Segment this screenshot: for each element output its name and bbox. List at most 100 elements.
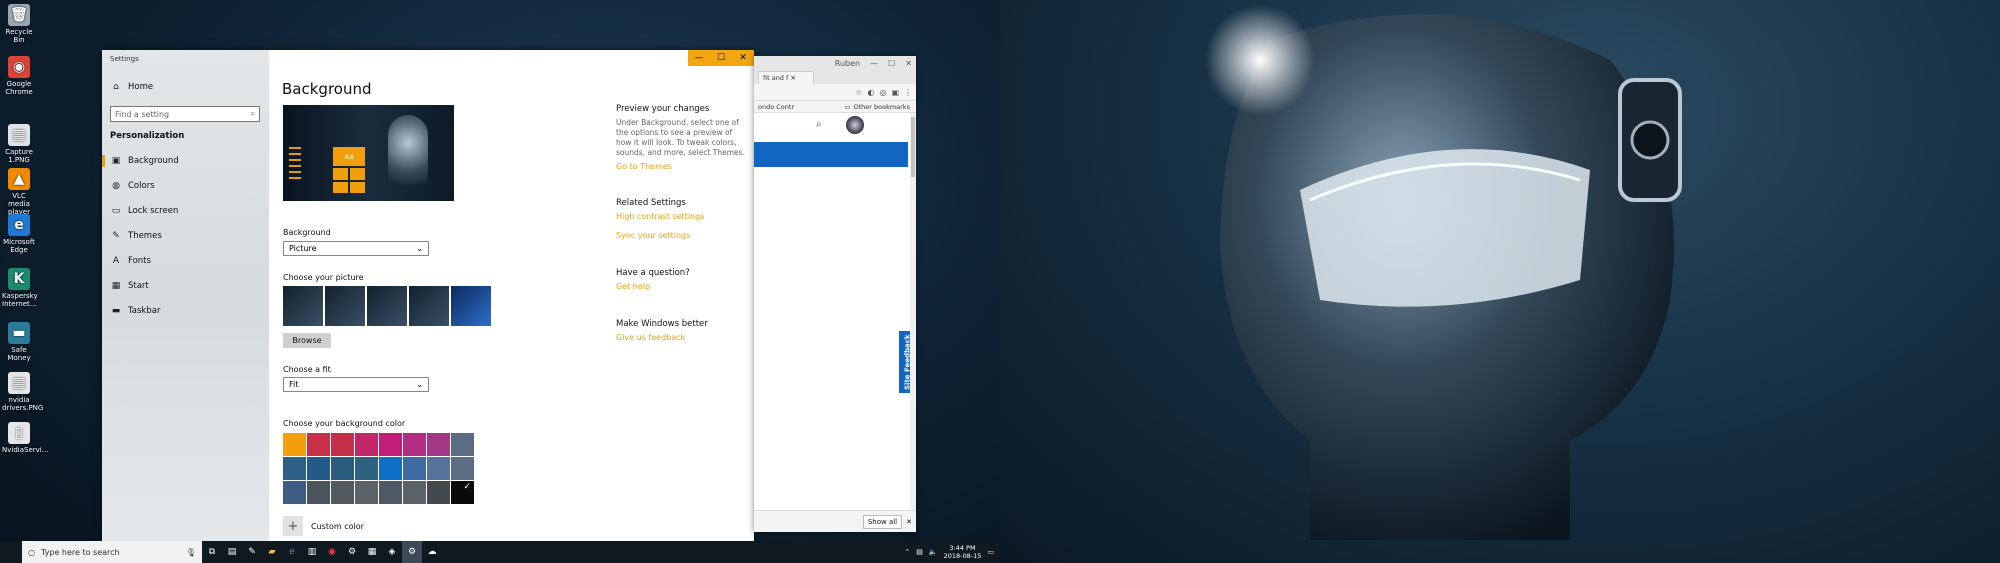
desktop-icon[interactable]: 🗑 Recycle Bin bbox=[2, 4, 36, 44]
pinned-app-icon[interactable]: ⚙ bbox=[342, 541, 362, 563]
show-all-button[interactable]: Show all bbox=[862, 514, 903, 529]
browse-button[interactable]: Browse bbox=[283, 333, 331, 348]
notifications-icon[interactable]: ▭ bbox=[987, 548, 994, 556]
nav-item-taskbar[interactable]: ▬ Taskbar bbox=[110, 304, 260, 318]
color-swatch[interactable] bbox=[283, 433, 306, 456]
go-to-themes-link[interactable]: Go to Themes bbox=[616, 162, 746, 171]
desktop-icon[interactable]: ▯ NvidiaServi... bbox=[2, 422, 48, 454]
pinned-app-icon[interactable]: ▦ bbox=[362, 541, 382, 563]
avatar[interactable] bbox=[846, 116, 864, 134]
desktop-icon[interactable]: K Kaspersky Internet... bbox=[2, 268, 38, 308]
color-swatch[interactable] bbox=[403, 457, 426, 480]
chevron-up-icon[interactable]: ⌃ bbox=[904, 548, 910, 556]
color-swatch[interactable] bbox=[427, 457, 450, 480]
desktop-icon[interactable]: e Microsoft Edge bbox=[2, 214, 36, 254]
maximize-button[interactable]: ☐ bbox=[888, 59, 895, 68]
desktop-icon[interactable]: ▦ nvidia drivers.PNG bbox=[2, 372, 44, 412]
color-swatch[interactable] bbox=[379, 481, 402, 504]
color-swatch[interactable] bbox=[355, 481, 378, 504]
task-view-icon[interactable]: ⧉ bbox=[202, 541, 222, 563]
volume-icon[interactable]: 🔈 bbox=[929, 548, 938, 556]
picture-thumbnail[interactable] bbox=[367, 286, 407, 326]
pinned-app-icon[interactable]: ☁ bbox=[422, 541, 442, 563]
settings-icon[interactable]: ⚙ bbox=[402, 541, 422, 563]
desktop-app-icon: ◉ bbox=[8, 56, 30, 78]
fit-dropdown[interactable]: Fit ⌄ bbox=[283, 377, 429, 392]
taskbar-search-box[interactable]: ○ Type here to search 🎙 bbox=[22, 541, 202, 563]
color-swatch[interactable] bbox=[451, 433, 474, 456]
bookmark-item[interactable]: ondo Contr bbox=[754, 103, 794, 111]
color-swatch[interactable] bbox=[307, 433, 330, 456]
chrome-tab[interactable]: fit and f ✕ bbox=[758, 71, 814, 84]
other-bookmarks[interactable]: Other bookmarks bbox=[853, 103, 910, 111]
windows-better-section: Make Windows better Give us feedback bbox=[616, 319, 746, 342]
desktop-icon[interactable]: ▲ VLC media player bbox=[2, 168, 36, 216]
chrome-icon[interactable]: ◉ bbox=[322, 541, 342, 563]
pinned-app-icon[interactable]: ▤ bbox=[222, 541, 242, 563]
color-swatch[interactable] bbox=[307, 457, 330, 480]
search-icon: ⌕ bbox=[250, 109, 255, 118]
color-swatch[interactable] bbox=[283, 457, 306, 480]
color-swatch[interactable] bbox=[355, 433, 378, 456]
search-icon[interactable]: ⌕ bbox=[816, 119, 822, 130]
scrollbar[interactable] bbox=[910, 113, 916, 513]
high-contrast-link[interactable]: High contrast settings bbox=[616, 212, 746, 221]
picture-thumbnail[interactable] bbox=[283, 286, 323, 326]
extension-icon[interactable]: ◎ bbox=[879, 88, 886, 97]
clock[interactable]: 3:44 PM 2018-08-15 bbox=[944, 544, 982, 560]
background-dropdown[interactable]: Picture ⌄ bbox=[283, 241, 429, 256]
extension-icon[interactable]: ◐ bbox=[867, 88, 874, 97]
color-swatch[interactable] bbox=[451, 481, 474, 504]
nav-item-lock-screen[interactable]: ▭ Lock screen bbox=[110, 204, 260, 218]
sync-settings-link[interactable]: Sync your settings bbox=[616, 231, 746, 240]
desktop-icon[interactable]: ▦ Capture 1.PNG bbox=[2, 124, 36, 164]
desktop-icon[interactable]: ◉ Google Chrome bbox=[2, 56, 36, 96]
color-swatch[interactable] bbox=[331, 457, 354, 480]
close-button[interactable]: ✕ bbox=[905, 59, 912, 68]
star-icon[interactable]: ☆ bbox=[855, 88, 862, 97]
color-swatch[interactable] bbox=[355, 457, 378, 480]
give-feedback-link[interactable]: Give us feedback bbox=[616, 333, 746, 342]
microphone-icon[interactable]: 🎙 bbox=[186, 548, 196, 557]
color-swatch[interactable] bbox=[427, 433, 450, 456]
color-swatch[interactable] bbox=[403, 481, 426, 504]
find-setting-input[interactable]: Find a setting ⌕ bbox=[110, 106, 260, 122]
color-swatch[interactable] bbox=[331, 481, 354, 504]
close-icon[interactable]: ✕ bbox=[906, 518, 912, 526]
pinned-app-icon[interactable]: ✎ bbox=[242, 541, 262, 563]
color-swatch[interactable] bbox=[379, 457, 402, 480]
get-help-link[interactable]: Get help bbox=[616, 282, 746, 291]
picture-thumbnail[interactable] bbox=[325, 286, 365, 326]
color-swatch[interactable] bbox=[451, 457, 474, 480]
desktop-icon-label: nvidia drivers.PNG bbox=[2, 396, 44, 412]
nav-item-fonts[interactable]: A Fonts bbox=[110, 254, 260, 268]
nav-home[interactable]: ⌂ Home bbox=[110, 80, 260, 94]
extension-icon[interactable]: ▣ bbox=[891, 88, 899, 97]
nav-item-themes[interactable]: ✎ Themes bbox=[110, 229, 260, 243]
background-preview: Aa bbox=[283, 105, 454, 201]
picture-thumbnail[interactable] bbox=[409, 286, 449, 326]
nav-item-start[interactable]: ▦ Start bbox=[110, 279, 260, 293]
color-swatch[interactable] bbox=[403, 433, 426, 456]
picture-thumbnail[interactable] bbox=[451, 286, 491, 326]
pinned-app-icon[interactable]: ◈ bbox=[382, 541, 402, 563]
minimize-button[interactable]: — bbox=[870, 59, 878, 68]
color-swatch[interactable] bbox=[307, 481, 330, 504]
color-swatch[interactable] bbox=[427, 481, 450, 504]
nav-item-background[interactable]: ▣ Background bbox=[102, 154, 260, 168]
file-explorer-icon[interactable]: ▰ bbox=[262, 541, 282, 563]
color-swatch[interactable] bbox=[283, 481, 306, 504]
network-icon[interactable]: ▤ bbox=[916, 548, 923, 556]
nav-item-label: Colors bbox=[128, 181, 155, 191]
helmet-wallpaper-image bbox=[1205, 5, 1682, 540]
preview-helmet-image bbox=[388, 115, 428, 185]
pinned-app-icon[interactable]: ▥ bbox=[302, 541, 322, 563]
color-swatch[interactable] bbox=[379, 433, 402, 456]
custom-color-button[interactable]: + Custom color bbox=[283, 516, 364, 536]
color-swatch[interactable] bbox=[331, 433, 354, 456]
nav-item-colors[interactable]: ◍ Colors bbox=[110, 179, 260, 193]
edge-icon[interactable]: e bbox=[282, 541, 302, 563]
menu-icon[interactable]: ⋮ bbox=[904, 88, 912, 97]
desktop-icon-label: Safe Money bbox=[7, 346, 31, 362]
desktop-icon[interactable]: ▬ Safe Money bbox=[2, 322, 36, 362]
